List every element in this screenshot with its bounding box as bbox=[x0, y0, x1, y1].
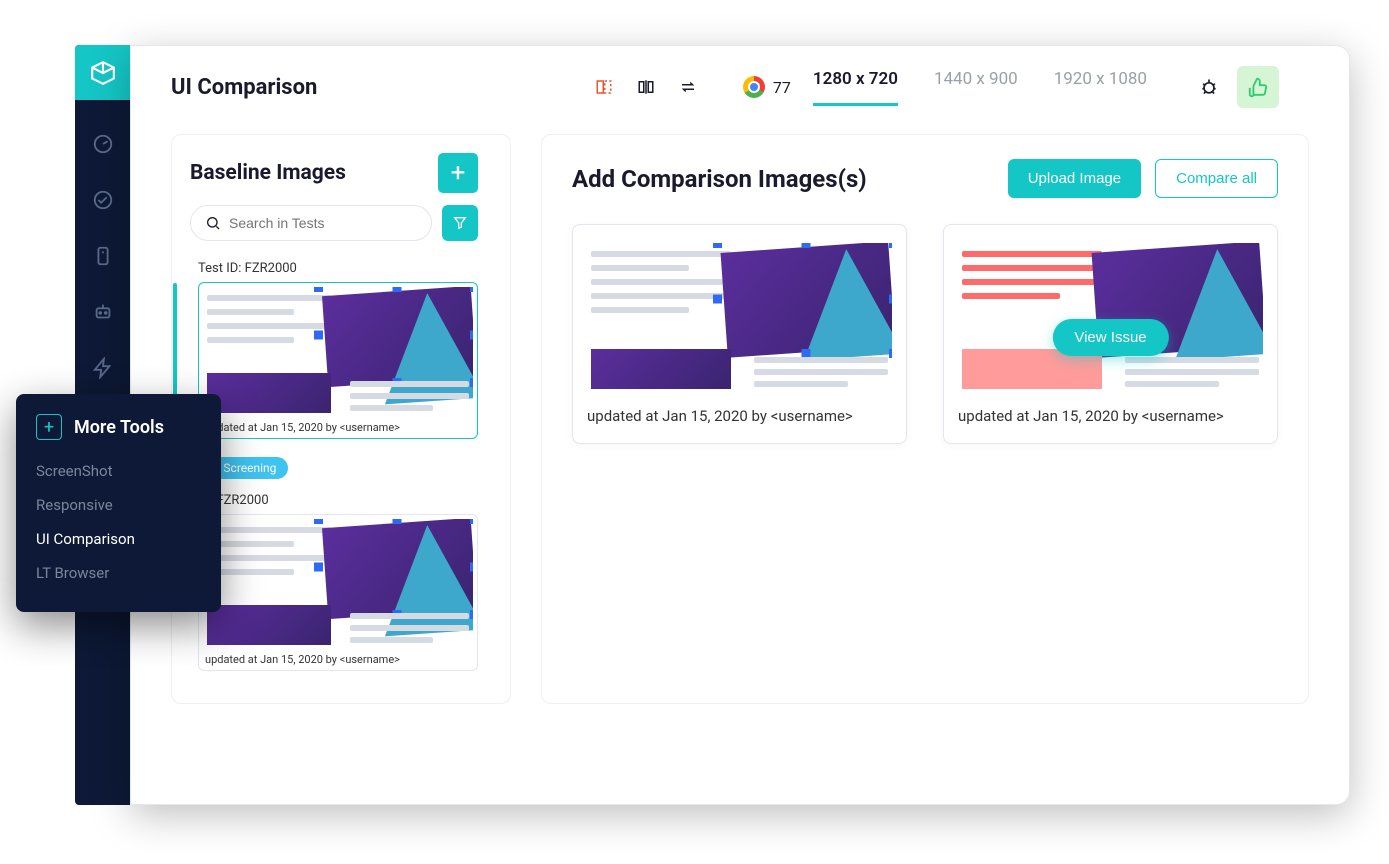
main-panel: UI Comparison 77 1280 x 720 1440 x 900 1… bbox=[130, 45, 1350, 805]
browser-info: 77 bbox=[743, 76, 791, 98]
dashboard-icon[interactable] bbox=[91, 132, 115, 156]
compare-all-button[interactable]: Compare all bbox=[1155, 159, 1278, 198]
popup-item-screenshot[interactable]: ScreenShot bbox=[36, 454, 201, 488]
baseline-thumbnail[interactable]: updated at Jan 15, 2020 by <username> bbox=[198, 282, 478, 439]
thumbnail-meta: updated at Jan 15, 2020 by <username> bbox=[203, 649, 473, 666]
search-input-wrapper[interactable] bbox=[190, 205, 432, 241]
robot-icon[interactable] bbox=[91, 300, 115, 324]
swap-icon[interactable] bbox=[678, 77, 698, 97]
baseline-thumbnail[interactable]: updated at Jan 15, 2020 by <username> bbox=[198, 514, 478, 671]
upload-image-button[interactable]: Upload Image bbox=[1008, 159, 1141, 198]
more-tools-popup: + More Tools ScreenShot Responsive UI Co… bbox=[16, 394, 221, 612]
baseline-panel: Baseline Images + Test ID: FZR2000 bbox=[171, 134, 511, 704]
browser-version: 77 bbox=[773, 78, 791, 97]
bug-icon[interactable] bbox=[1199, 77, 1219, 97]
add-baseline-button[interactable]: + bbox=[438, 153, 478, 193]
comparison-card[interactable]: View Issue updated at Jan 15, 2020 by <u… bbox=[943, 224, 1278, 444]
popup-title: More Tools bbox=[74, 417, 164, 438]
search-icon bbox=[205, 215, 221, 231]
popup-item-responsive[interactable]: Responsive bbox=[36, 488, 201, 522]
toolbar: UI Comparison 77 1280 x 720 1440 x 900 1… bbox=[131, 46, 1349, 108]
card-meta: updated at Jan 15, 2020 by <username> bbox=[587, 407, 892, 425]
split-icon[interactable] bbox=[636, 77, 656, 97]
comparison-card[interactable]: updated at Jan 15, 2020 by <username> bbox=[572, 224, 907, 444]
resolution-tab[interactable]: 1920 x 1080 bbox=[1054, 69, 1147, 106]
comparison-title: Add Comparison Images(s) bbox=[572, 165, 867, 193]
chrome-icon bbox=[743, 76, 765, 98]
logo[interactable] bbox=[75, 45, 130, 100]
history-icon[interactable] bbox=[91, 188, 115, 212]
approve-button[interactable] bbox=[1237, 66, 1279, 108]
resolution-tabs: 1280 x 720 1440 x 900 1920 x 1080 bbox=[813, 69, 1147, 106]
plus-icon: + bbox=[36, 414, 62, 440]
resolution-tab[interactable]: 1440 x 900 bbox=[934, 69, 1018, 106]
popup-item-ui-comparison[interactable]: UI Comparison bbox=[36, 522, 201, 556]
resolution-tab[interactable]: 1280 x 720 bbox=[813, 69, 898, 106]
comparison-panel: Add Comparison Images(s) Upload Image Co… bbox=[541, 134, 1309, 704]
card-meta: updated at Jan 15, 2020 by <username> bbox=[958, 407, 1263, 425]
view-issue-button[interactable]: View Issue bbox=[1052, 319, 1168, 356]
search-input[interactable] bbox=[229, 215, 417, 231]
popup-item-lt-browser[interactable]: LT Browser bbox=[36, 556, 201, 590]
filter-button[interactable] bbox=[442, 205, 478, 241]
baseline-title: Baseline Images bbox=[190, 161, 346, 185]
toolbar-controls: 77 1280 x 720 1440 x 900 1920 x 1080 bbox=[594, 66, 1279, 108]
test-id-label: Test ID: FZR2000 bbox=[172, 257, 492, 282]
layout-icon[interactable] bbox=[594, 77, 614, 97]
thumbnail-meta: updated at Jan 15, 2020 by <username> bbox=[203, 417, 473, 434]
bolt-icon[interactable] bbox=[91, 356, 115, 380]
page-title: UI Comparison bbox=[171, 75, 317, 100]
device-icon[interactable] bbox=[91, 244, 115, 268]
